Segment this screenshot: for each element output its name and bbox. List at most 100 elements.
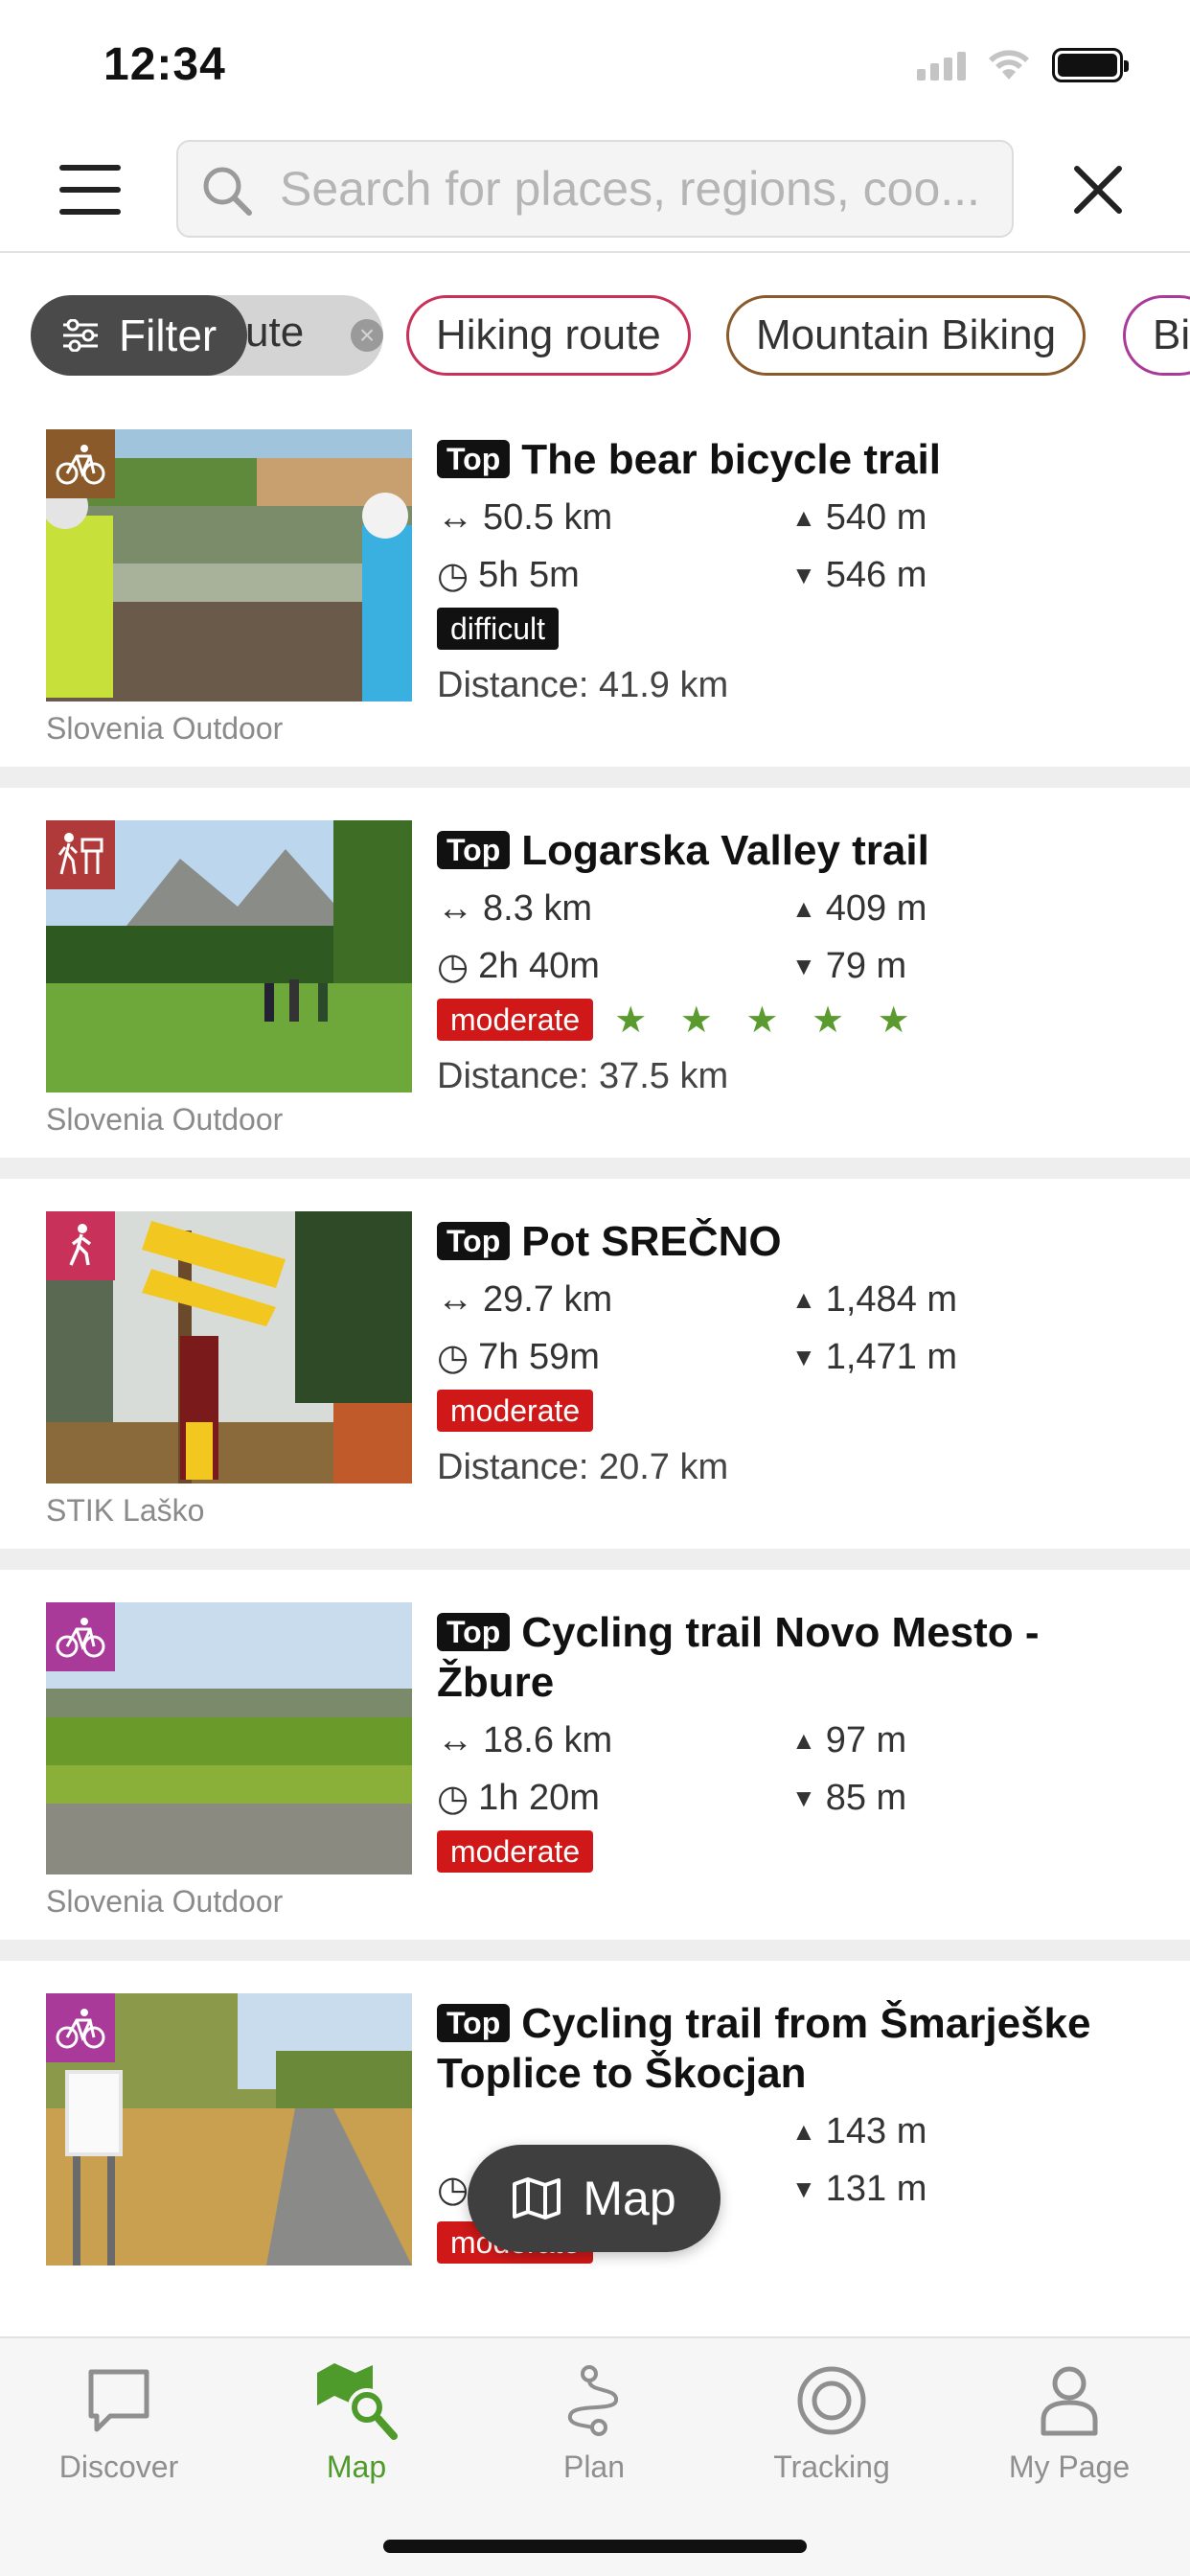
top-badge: Top xyxy=(437,2004,511,2042)
clock-icon: ◷ xyxy=(437,1778,469,1819)
route-length: ↔ 18.6 km xyxy=(437,1719,613,1760)
chip-hiking-route[interactable]: Hiking route xyxy=(406,295,691,376)
list-item[interactable]: STIK Laško Top Pot SREČNO ↔ 29.7 km ◷ 7h 59… xyxy=(0,1179,1190,1570)
route-descent: ▼ 131 m xyxy=(791,2168,927,2209)
route-title-text: Pot SREČNO xyxy=(521,1218,782,1265)
route-descent: ▼ 546 m xyxy=(791,554,927,595)
ascent-triangle-icon: ▲ xyxy=(791,2116,816,2146)
filter-chips-row: ute × Filter Hiking route Mountain Bikin… xyxy=(0,255,1190,397)
route-duration: ◷ 7h 59m xyxy=(437,1336,600,1378)
tab-map[interactable]: Map xyxy=(238,2358,475,2501)
hiker-icon xyxy=(46,1211,115,1280)
tab-label: My Page xyxy=(1008,2450,1131,2484)
tab-label: Discover xyxy=(58,2450,179,2484)
tab-discover[interactable]: Discover xyxy=(0,2358,238,2501)
filter-button-label: Filter xyxy=(119,310,217,360)
chip-bike[interactable]: Bi xyxy=(1123,295,1190,376)
ascent-triangle-icon: ▲ xyxy=(791,1284,816,1314)
menu-icon[interactable] xyxy=(59,165,121,215)
route-info: Top Pot SREČNO ↔ 29.7 km ◷ 7h 59m ▲ 1,484 m … xyxy=(437,1217,1146,1488)
route-title-text: The bear bicycle trail xyxy=(521,436,942,483)
route-ascent: ▲ 1,484 m xyxy=(791,1278,958,1320)
chip-mountain-biking[interactable]: Mountain Biking xyxy=(726,295,1087,376)
cellular-signal-icon xyxy=(917,50,966,80)
route-descent: ▼ 79 m xyxy=(791,945,907,986)
descent-triangle-icon: ▼ xyxy=(791,1782,816,1812)
home-indicator xyxy=(383,2540,807,2553)
difficulty-row: moderate xyxy=(437,1827,1146,1876)
route-length: ↔ 29.7 km xyxy=(437,1278,613,1320)
route-stats: ↔ 18.6 km ◷ 1h 20m ▲ 97 m ▼ 85 m xyxy=(437,1712,1146,1827)
difficulty-badge: difficult xyxy=(437,608,560,650)
search-input[interactable] xyxy=(280,142,998,236)
route-source: Slovenia Outdoor xyxy=(46,1884,284,1919)
map-button-label: Map xyxy=(583,2172,676,2225)
chat-bubble-icon xyxy=(76,2358,162,2444)
list-item[interactable]: Slovenia Outdoor Top Cycling trail Novo M… xyxy=(0,1570,1190,1961)
clear-chip-icon[interactable]: × xyxy=(351,319,383,352)
route-title-text: Cycling trail from Šmarješke Toplice to … xyxy=(437,2000,1091,2097)
route-title: Top Logarska Valley trail xyxy=(437,826,1146,876)
descent-triangle-icon: ▼ xyxy=(791,2174,816,2203)
route-thumbnail xyxy=(46,1211,412,1484)
status-icons xyxy=(917,48,1129,82)
route-stats: ↔ 29.7 km ◷ 7h 59m ▲ 1,484 m ▼ 1,471 m xyxy=(437,1271,1146,1386)
ascent-triangle-icon: ▲ xyxy=(791,502,816,532)
status-time: 12:34 xyxy=(103,39,226,90)
person-icon xyxy=(1026,2358,1112,2444)
descent-triangle-icon: ▼ xyxy=(791,560,816,589)
battery-icon xyxy=(1052,48,1129,82)
route-thumbnail xyxy=(46,1602,412,1874)
hiker-sign-icon xyxy=(46,820,115,889)
descent-triangle-icon: ▼ xyxy=(791,1342,816,1371)
search-header xyxy=(0,126,1190,253)
route-stats: ↔ 50.5 km ◷ 5h 5m ▲ 540 m ▼ 546 m xyxy=(437,489,1146,604)
list-item[interactable]: Slovenia Outdoor Top Logarska Valley trai… xyxy=(0,788,1190,1179)
route-length: ↔ 8.3 km xyxy=(437,887,593,929)
length-arrows-icon: ↔ xyxy=(437,1719,473,1760)
route-source: Slovenia Outdoor xyxy=(46,711,284,746)
bicycle-icon xyxy=(46,1602,115,1671)
bicycle-icon xyxy=(46,429,115,498)
search-box[interactable] xyxy=(176,140,1014,238)
route-info: Top The bear bicycle trail ↔ 50.5 km ◷ 5h 5… xyxy=(437,435,1146,706)
status-bar: 12:34 xyxy=(0,0,1190,126)
rating-stars: ★ ★ ★ ★ ★ xyxy=(614,1000,922,1041)
sliders-icon xyxy=(63,319,98,352)
tab-plan[interactable]: Plan xyxy=(475,2358,713,2501)
tab-my-page[interactable]: My Page xyxy=(950,2358,1188,2501)
filter-button[interactable]: Filter xyxy=(31,295,247,376)
clock-icon: ◷ xyxy=(437,2169,469,2210)
results-list: Slovenia Outdoor Top The bear bicycle tra… xyxy=(0,397,1190,2352)
top-badge: Top xyxy=(437,1613,511,1651)
tab-tracking[interactable]: Tracking xyxy=(713,2358,950,2501)
clock-icon: ◷ xyxy=(437,1337,469,1378)
route-info: Top Logarska Valley trail ↔ 8.3 km ◷ 2h 40m… xyxy=(437,826,1146,1097)
map-button[interactable]: Map xyxy=(468,2145,721,2252)
route-ascent: ▲ 540 m xyxy=(791,496,927,538)
route-thumbnail xyxy=(46,429,412,702)
route-source: Slovenia Outdoor xyxy=(46,1102,284,1137)
route-ascent: ▲ 409 m xyxy=(791,887,927,929)
route-length: ↔ 50.5 km xyxy=(437,496,613,538)
difficulty-row: moderate ★ ★ ★ ★ ★ xyxy=(437,995,1146,1045)
route-source: STIK Laško xyxy=(46,1493,205,1528)
clock-icon: ◷ xyxy=(437,555,469,596)
list-item[interactable]: Slovenia Outdoor Top The bear bicycle tra… xyxy=(0,397,1190,788)
map-search-icon xyxy=(313,2358,400,2444)
wifi-icon xyxy=(989,50,1029,80)
length-arrows-icon: ↔ xyxy=(437,887,473,929)
tab-label: Plan xyxy=(562,2450,626,2484)
bottom-tab-bar: Discover Map Plan Tracking My Page xyxy=(0,2336,1190,2576)
route-ascent: ▲ 143 m xyxy=(791,2110,927,2151)
close-icon[interactable] xyxy=(1069,161,1127,218)
route-title-text: Logarska Valley trail xyxy=(521,827,929,874)
tab-label: Map xyxy=(326,2450,387,2484)
route-plan-icon xyxy=(551,2358,637,2444)
descent-triangle-icon: ▼ xyxy=(791,951,816,980)
route-title: Top The bear bicycle trail xyxy=(437,435,1146,485)
tab-label: Tracking xyxy=(773,2450,890,2484)
active-filter-chip-label: ute xyxy=(245,309,305,356)
route-stats: ↔ 8.3 km ◷ 2h 40m ▲ 409 m ▼ 79 m xyxy=(437,880,1146,995)
map-icon xyxy=(513,2177,561,2220)
